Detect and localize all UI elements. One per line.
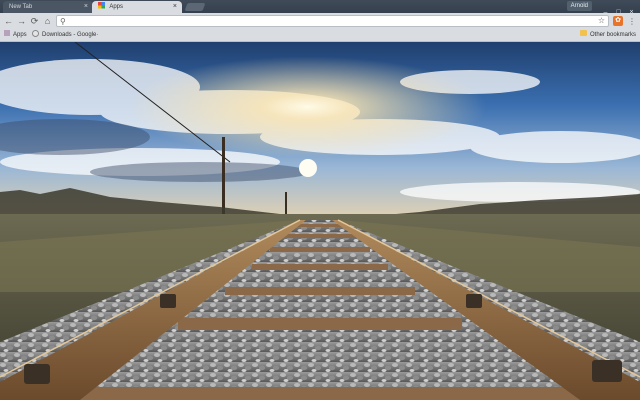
- back-icon[interactable]: ←: [3, 16, 14, 27]
- new-tab-page: [0, 42, 640, 400]
- address-input[interactable]: [70, 16, 590, 26]
- profile-button[interactable]: Arnold: [566, 1, 592, 11]
- star-icon[interactable]: ☆: [598, 16, 605, 26]
- menu-icon[interactable]: ⋮: [627, 16, 637, 27]
- folder-icon: [580, 30, 587, 37]
- apps-grid-icon: [4, 30, 10, 37]
- window-controls: –□×: [599, 1, 638, 16]
- tab-new-tab[interactable]: New Tab ×: [3, 1, 93, 13]
- new-tab-button[interactable]: [184, 3, 206, 11]
- bookmark-downloads[interactable]: Downloads - Google·: [32, 29, 99, 41]
- apps-favicon-icon: [98, 1, 105, 9]
- forward-icon[interactable]: →: [16, 16, 27, 27]
- extension-icon[interactable]: ✿: [613, 16, 623, 26]
- tab-title: Apps: [109, 4, 124, 10]
- tab-title: New Tab: [9, 4, 33, 10]
- omnibox[interactable]: ⚲ ☆: [56, 15, 609, 27]
- search-icon: ⚲: [60, 17, 66, 26]
- toolbar: ← → ⟳ ⌂ ⚲ ☆ ✿ ⋮: [0, 13, 640, 30]
- home-icon[interactable]: ⌂: [42, 16, 53, 27]
- bookmark-apps[interactable]: Apps: [4, 30, 27, 41]
- tab-close-icon[interactable]: ×: [84, 1, 88, 13]
- bookmark-label: Downloads - Google·: [42, 32, 99, 38]
- reload-icon[interactable]: ⟳: [29, 16, 40, 27]
- tab-strip: New Tab × Apps × Arnold –□×: [0, 0, 640, 16]
- bookmark-label: Apps: [13, 32, 27, 38]
- globe-icon: [32, 29, 39, 37]
- tab-close-icon[interactable]: ×: [173, 1, 177, 13]
- background-photo: [0, 42, 640, 400]
- bookmark-label: Other bookmarks: [590, 32, 637, 38]
- tab-apps[interactable]: Apps ×: [92, 1, 182, 13]
- bookmark-other[interactable]: Other bookmarks: [580, 30, 636, 41]
- bookmarks-bar: Apps Downloads - Google· Other bookmarks: [0, 29, 640, 42]
- browser-window: New Tab × Apps × Arnold –□× ← → ⟳ ⌂ ⚲ ☆ …: [0, 0, 640, 400]
